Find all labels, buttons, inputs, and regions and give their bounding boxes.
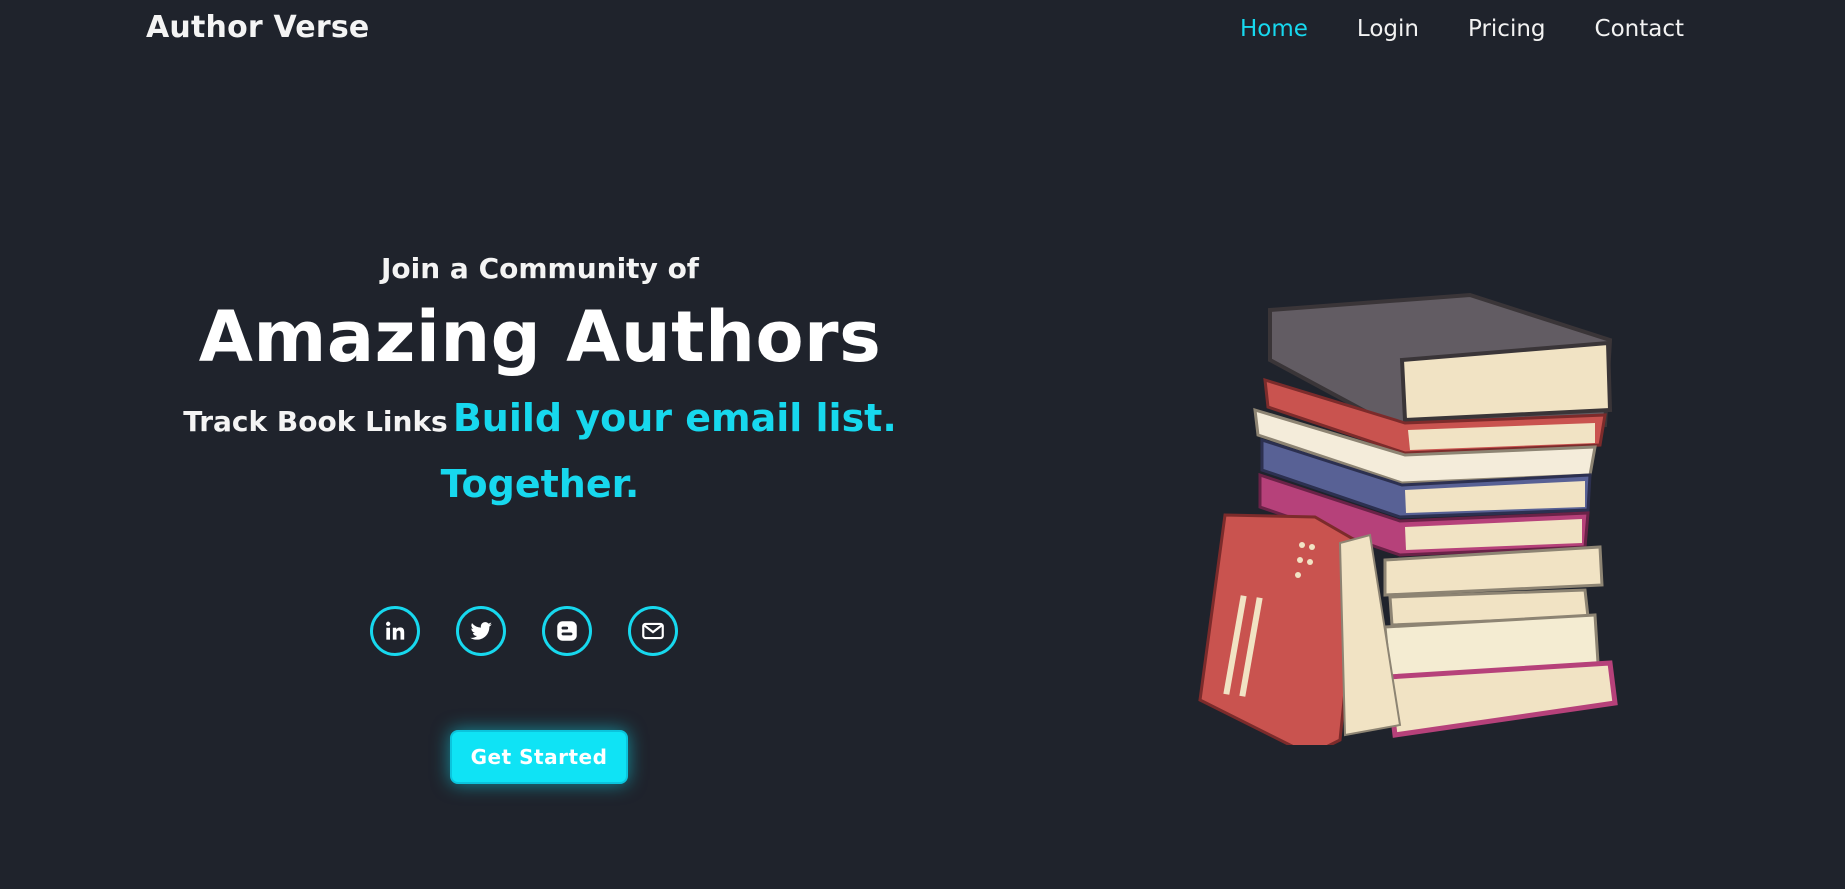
tagline-prefix: Track Book Links <box>183 405 448 438</box>
book-stack-icon <box>1198 292 1618 745</box>
nav-pricing-link[interactable]: Pricing <box>1468 16 1546 42</box>
brand-logo[interactable]: Author Verse <box>146 10 369 45</box>
nav-login-link[interactable]: Login <box>1357 16 1419 42</box>
blogger-icon <box>557 621 577 641</box>
landing-page: Author Verse Home Login Pricing Contact … <box>0 0 1845 889</box>
hero-section: Join a Community of Amazing Authors Trac… <box>140 245 940 521</box>
hero-kicker: Join a Community of <box>381 252 699 285</box>
email-button[interactable] <box>628 606 678 656</box>
tagline-accent-1: Build your email list. <box>452 396 897 440</box>
twitter-icon <box>470 622 492 640</box>
get-started-button[interactable]: Get Started <box>450 730 628 784</box>
nav-home-link[interactable]: Home <box>1240 16 1308 42</box>
linkedin-icon <box>386 621 405 640</box>
main-nav: Home Login Pricing Contact <box>1240 16 1684 42</box>
linkedin-button[interactable] <box>370 606 420 656</box>
social-links <box>370 606 678 656</box>
tagline-accent-2: Together. <box>440 462 640 506</box>
hero-headline: Amazing Authors <box>198 296 882 378</box>
mail-icon <box>642 622 664 640</box>
blogger-button[interactable] <box>542 606 592 656</box>
twitter-button[interactable] <box>456 606 506 656</box>
hero-tagline: Track Book Links Build your email list. … <box>140 389 940 521</box>
nav-contact-link[interactable]: Contact <box>1595 16 1684 42</box>
